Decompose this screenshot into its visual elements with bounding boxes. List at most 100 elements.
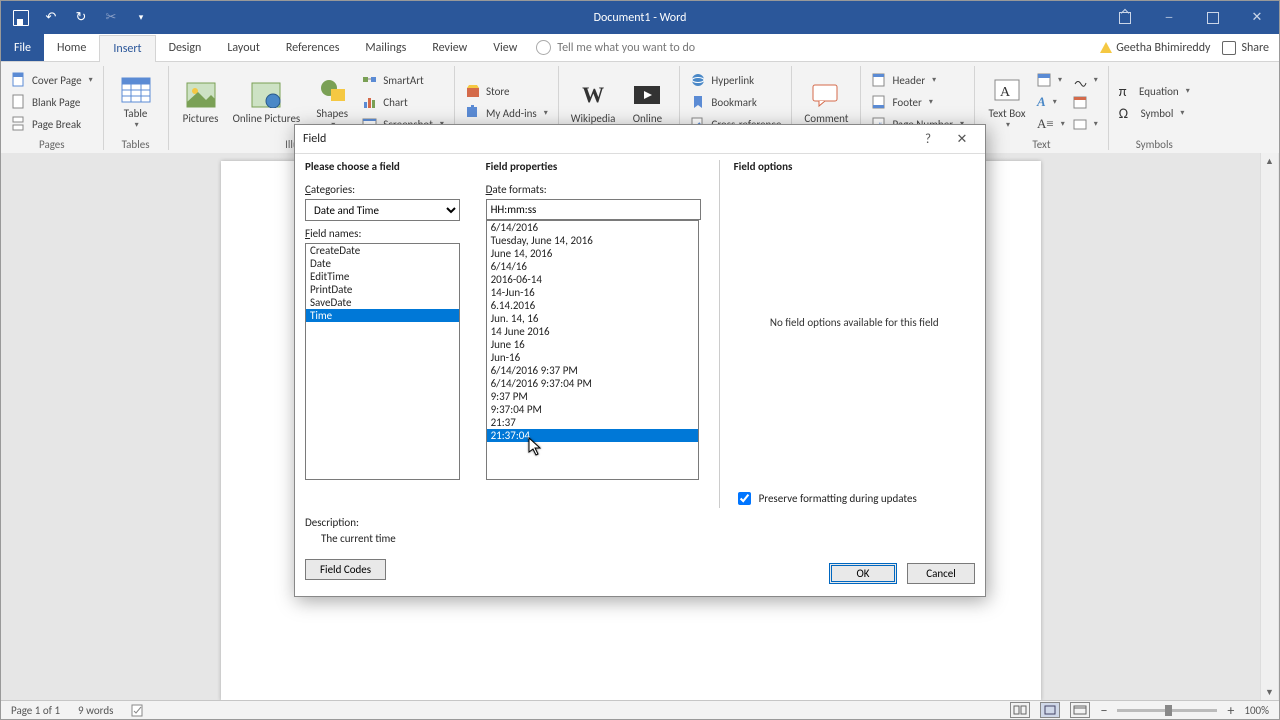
date-format-item[interactable]: 21:37	[487, 416, 698, 429]
page-break-button[interactable]: Page Break	[7, 113, 97, 135]
addins-icon	[465, 105, 481, 121]
date-format-item[interactable]: 6/14/2016 9:37 PM	[487, 364, 698, 377]
online-pictures-button[interactable]: Online Pictures	[227, 79, 307, 125]
online-video-button[interactable]: Online	[621, 79, 673, 125]
preserve-formatting-input[interactable]	[738, 492, 751, 505]
header-button[interactable]: Header▾	[867, 69, 968, 91]
zoom-level[interactable]: 100%	[1244, 704, 1269, 717]
signature-line-button[interactable]: ▾	[1069, 69, 1102, 91]
cover-page-icon	[11, 72, 27, 88]
share-label: Share	[1241, 41, 1269, 55]
field-name-item[interactable]: SaveDate	[306, 296, 459, 309]
field-name-item[interactable]: Time	[306, 309, 459, 322]
date-format-item[interactable]: Tuesday, June 14, 2016	[487, 234, 698, 247]
date-format-item[interactable]: Jun. 14, 16	[487, 312, 698, 325]
date-format-item[interactable]: Jun-16	[487, 351, 698, 364]
tab-design[interactable]: Design	[156, 34, 215, 61]
drop-cap-button[interactable]: A≡▾	[1033, 113, 1069, 135]
save-button[interactable]	[11, 8, 31, 28]
field-name-item[interactable]: EditTime	[306, 270, 459, 283]
read-mode-button[interactable]	[1010, 702, 1030, 718]
tab-file[interactable]: File	[1, 34, 44, 61]
tell-me-search[interactable]: Tell me what you want to do	[536, 34, 695, 61]
date-format-item[interactable]: June 16	[487, 338, 698, 351]
tab-layout[interactable]: Layout	[214, 34, 273, 61]
maximize-button[interactable]	[1191, 1, 1235, 34]
categories-dropdown[interactable]: Date and Time	[305, 199, 460, 221]
field-properties-panel: Field properties Date formats: 6/14/2016…	[486, 160, 701, 508]
web-layout-button[interactable]	[1070, 702, 1090, 718]
footer-button[interactable]: Footer▾	[867, 91, 968, 113]
undo-button[interactable]: ↶	[41, 8, 61, 28]
dialog-close-button[interactable]: ✕	[947, 128, 977, 150]
qat-customize[interactable]: ▾	[131, 8, 151, 28]
smartart-button[interactable]: SmartArt	[358, 69, 448, 91]
shapes-button[interactable]: Shapes▾	[306, 74, 358, 130]
date-format-item[interactable]: 6/14/2016	[487, 221, 698, 234]
dialog-help-button[interactable]: ?	[913, 128, 943, 150]
share-button[interactable]: Share	[1222, 41, 1269, 55]
quick-parts-button[interactable]: ▾	[1033, 69, 1069, 91]
redo-button[interactable]: ↻	[71, 8, 91, 28]
date-format-item[interactable]: 6/14/16	[487, 260, 698, 273]
cut-button[interactable]: ✂	[101, 8, 121, 28]
cover-page-button[interactable]: Cover Page▾	[7, 69, 97, 91]
blank-page-button[interactable]: Blank Page	[7, 91, 97, 113]
tab-insert[interactable]: Insert	[99, 35, 155, 62]
symbol-button[interactable]: Ω Symbol▾	[1115, 102, 1194, 124]
close-button[interactable]: ✕	[1235, 1, 1279, 34]
date-format-item[interactable]: 14-Jun-16	[487, 286, 698, 299]
word-count[interactable]: 9 words	[78, 704, 113, 717]
preserve-formatting-checkbox[interactable]: Preserve formatting during updates	[734, 489, 975, 508]
store-button[interactable]: Store	[461, 80, 552, 102]
object-button[interactable]: ▾	[1069, 113, 1102, 135]
field-name-item[interactable]: CreateDate	[306, 244, 459, 257]
ok-button[interactable]: OK	[829, 563, 897, 584]
tab-view[interactable]: View	[480, 34, 530, 61]
group-label-pages: Pages	[1, 138, 103, 154]
date-format-item[interactable]: 6.14.2016	[487, 299, 698, 312]
comment-button[interactable]: Comment	[798, 79, 854, 125]
field-codes-button[interactable]: Field Codes	[305, 559, 386, 580]
date-format-item[interactable]: June 14, 2016	[487, 247, 698, 260]
page-indicator[interactable]: Page 1 of 1	[11, 704, 60, 717]
date-time-button[interactable]	[1069, 91, 1102, 113]
scroll-down-icon[interactable]: ▼	[1261, 684, 1278, 701]
date-format-item[interactable]: 9:37:04 PM	[487, 403, 698, 416]
cancel-button[interactable]: Cancel	[907, 563, 975, 584]
zoom-slider[interactable]	[1117, 709, 1217, 712]
wordart-button[interactable]: A▾	[1033, 91, 1069, 113]
my-addins-button[interactable]: My Add-ins▾	[461, 102, 552, 124]
date-format-item[interactable]: 6/14/2016 9:37:04 PM	[487, 377, 698, 390]
date-format-input[interactable]	[486, 199, 701, 220]
field-names-listbox[interactable]: CreateDateDateEditTimePrintDateSaveDateT…	[305, 243, 460, 480]
tab-references[interactable]: References	[273, 34, 353, 61]
tab-review[interactable]: Review	[419, 34, 480, 61]
zoom-in-button[interactable]: +	[1227, 702, 1234, 719]
proofing-icon[interactable]	[131, 703, 145, 717]
date-formats-listbox[interactable]: 6/14/2016Tuesday, June 14, 2016June 14, …	[486, 220, 699, 480]
signed-in-user[interactable]: Geetha Bhimireddy	[1100, 41, 1210, 55]
date-format-item[interactable]: 9:37 PM	[487, 390, 698, 403]
table-button[interactable]: Table▾	[110, 74, 162, 130]
chart-button[interactable]: Chart	[358, 91, 448, 113]
date-format-item[interactable]: 2016-06-14	[487, 273, 698, 286]
field-name-item[interactable]: Date	[306, 257, 459, 270]
field-name-item[interactable]: PrintDate	[306, 283, 459, 296]
tab-mailings[interactable]: Mailings	[352, 34, 419, 61]
date-format-item[interactable]: 14 June 2016	[487, 325, 698, 338]
vertical-scrollbar[interactable]: ▲ ▼	[1260, 153, 1278, 701]
wikipedia-button[interactable]: WWikipedia	[565, 79, 622, 125]
zoom-out-button[interactable]: −	[1100, 702, 1107, 719]
ribbon-display-options[interactable]	[1103, 1, 1147, 34]
print-layout-button[interactable]	[1040, 702, 1060, 718]
pictures-button[interactable]: Pictures	[175, 79, 227, 125]
equation-button[interactable]: π Equation▾	[1115, 80, 1194, 102]
date-format-item[interactable]: 21:37:04	[487, 429, 698, 442]
bookmark-button[interactable]: Bookmark	[686, 91, 785, 113]
text-box-button[interactable]: AText Box▾	[981, 74, 1033, 130]
scroll-up-icon[interactable]: ▲	[1261, 153, 1278, 170]
hyperlink-button[interactable]: Hyperlink	[686, 69, 785, 91]
minimize-button[interactable]: ─	[1147, 1, 1191, 34]
tab-home[interactable]: Home	[44, 34, 99, 61]
